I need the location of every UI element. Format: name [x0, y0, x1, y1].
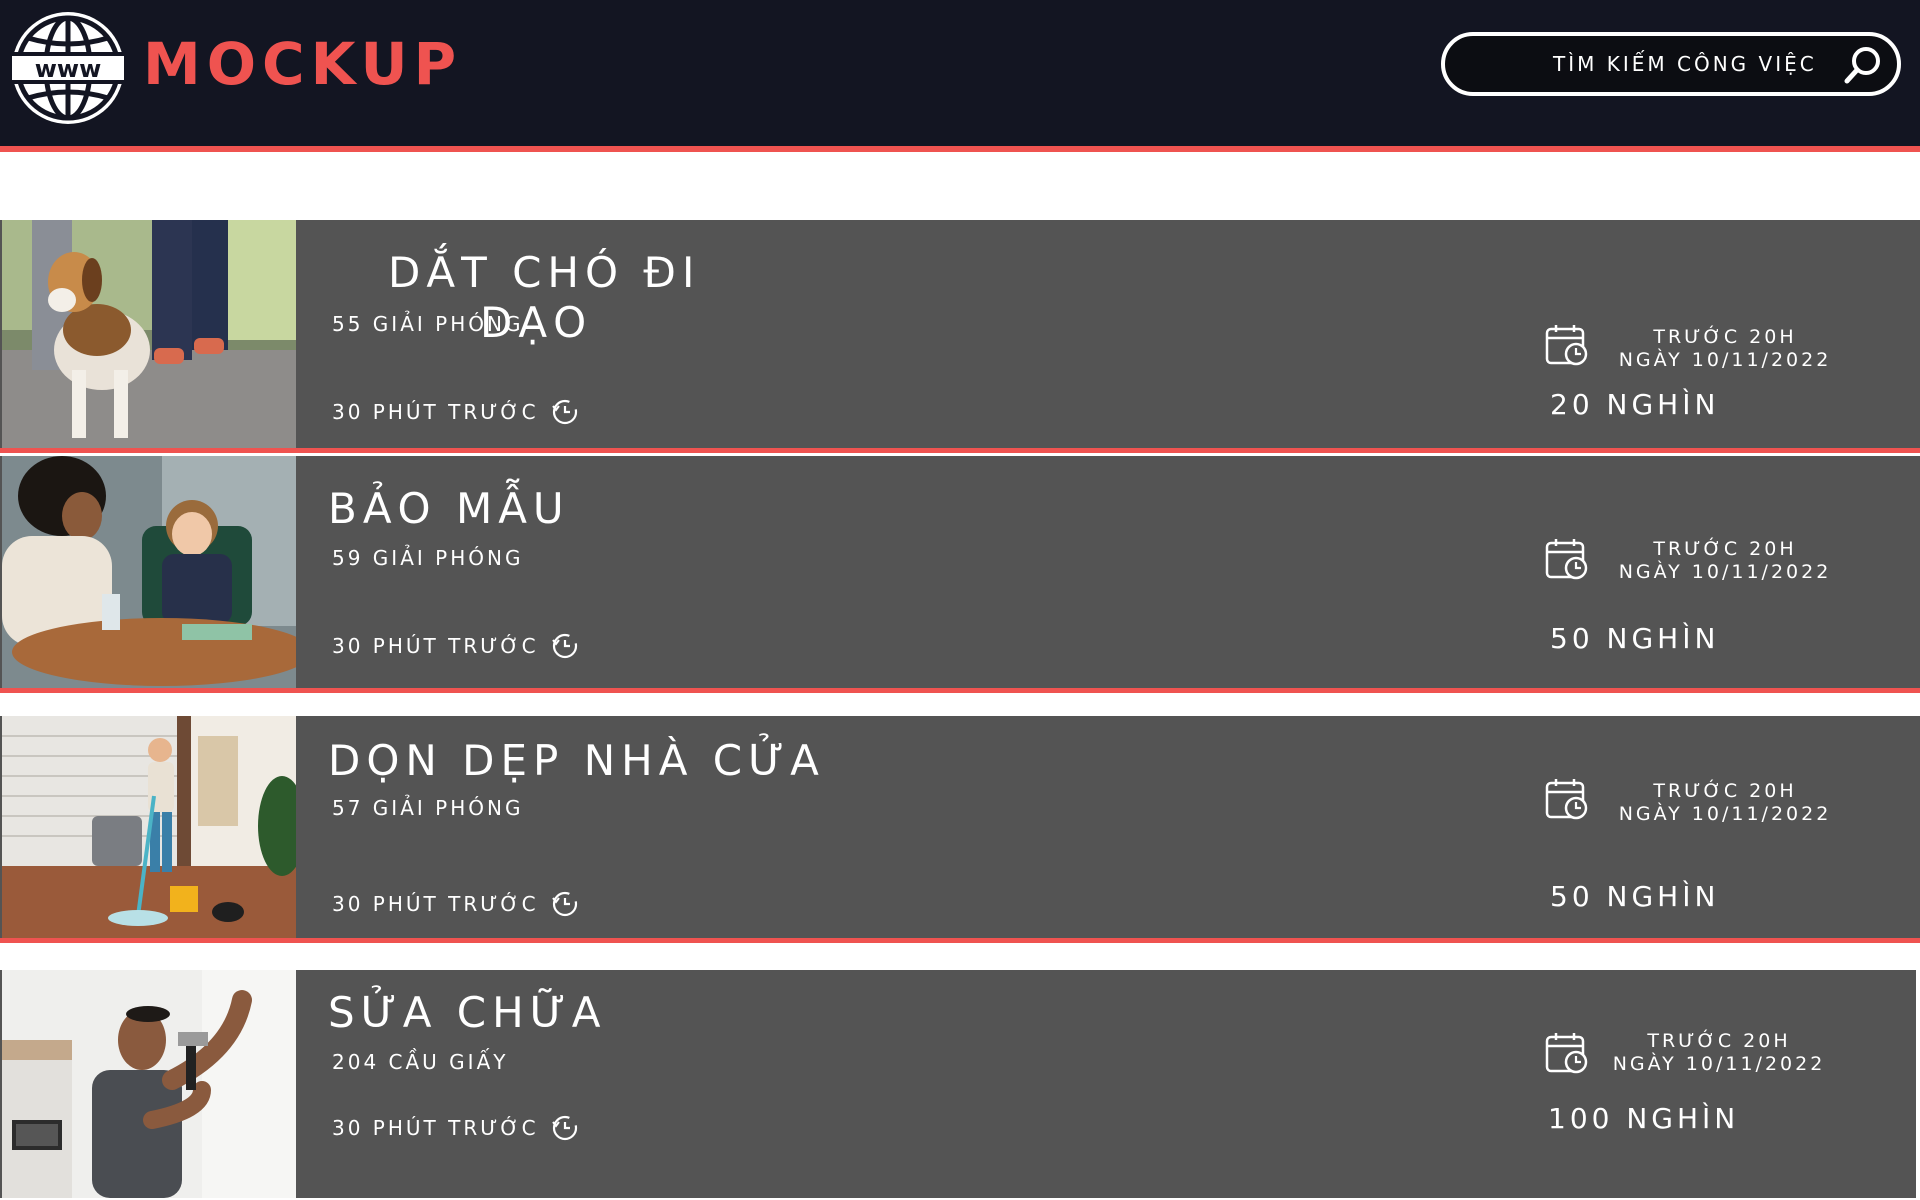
- deadline-date: NGÀY 10/11/2022: [1618, 803, 1832, 825]
- magnifier-icon[interactable]: [1843, 45, 1883, 85]
- job-address: 57 GIẢI PHÓNG: [332, 796, 524, 820]
- card-divider: [0, 688, 1920, 693]
- deadline-time: TRƯỚC 20H: [1647, 1030, 1791, 1052]
- job-price: 100 NGHÌN: [1548, 1102, 1740, 1135]
- job-card[interactable]: DỌN DẸP NHÀ CỬA 57 GIẢI PHÓNG 30 PHÚT TR…: [0, 716, 1920, 938]
- history-clock-icon: [551, 398, 579, 426]
- deadline: TRƯỚC 20H NGÀY 10/11/2022: [1610, 780, 1840, 826]
- job-price: 50 NGHÌN: [1550, 622, 1720, 655]
- history-clock-icon: [551, 890, 579, 918]
- calendar-clock-icon: [1544, 1030, 1590, 1076]
- job-title[interactable]: SỬA CHỮA: [328, 988, 606, 1037]
- job-address: 59 GIẢI PHÓNG: [332, 546, 524, 570]
- job-title[interactable]: DẮT CHÓ ĐI: [388, 248, 700, 297]
- posted-time: 30 PHÚT TRƯỚC: [332, 632, 579, 660]
- posted-time: 30 PHÚT TRƯỚC: [332, 398, 579, 426]
- job-card[interactable]: BẢO MẪU 59 GIẢI PHÓNG 30 PHÚT TRƯỚC TRƯỚ…: [0, 456, 1920, 688]
- job-title[interactable]: DỌN DẸP NHÀ CỬA: [328, 736, 825, 785]
- job-address: 204 CẦU GIẤY: [332, 1050, 509, 1074]
- job-card[interactable]: SỬA CHỮA 204 CẦU GIẤY 30 PHÚT TRƯỚC TRƯỚ…: [0, 970, 1916, 1198]
- posted-time-label: 30 PHÚT TRƯỚC: [332, 1116, 539, 1140]
- calendar-clock-icon: [1544, 776, 1590, 822]
- woman-mopping-living-room-photo: [2, 716, 296, 938]
- deadline-date: NGÀY 10/11/2022: [1618, 349, 1832, 371]
- svg-text:www: www: [35, 55, 102, 83]
- man-hammering-wall-photo: [2, 970, 296, 1198]
- search-placeholder[interactable]: TÌM KIẾM CÔNG VIỆC: [1553, 36, 1817, 92]
- deadline: TRƯỚC 20H NGÀY 10/11/2022: [1604, 1030, 1834, 1076]
- job-address: 55 GIẢI PHÓNG: [332, 312, 524, 336]
- posted-time-label: 30 PHÚT TRƯỚC: [332, 400, 539, 424]
- job-listing-page: www MOCKUP TÌM KIẾM CÔNG VIỆC DẮT CHÓ ĐI…: [0, 0, 1920, 1200]
- brand-logo-text[interactable]: MOCKUP: [143, 28, 462, 100]
- deadline-time: TRƯỚC 20H: [1653, 538, 1797, 560]
- job-title[interactable]: BẢO MẪU: [328, 484, 570, 533]
- person-walking-beagle-photo: [2, 220, 296, 448]
- www-globe-icon[interactable]: www: [8, 8, 128, 128]
- deadline: TRƯỚC 20H NGÀY 10/11/2022: [1610, 326, 1840, 372]
- posted-time: 30 PHÚT TRƯỚC: [332, 1114, 579, 1142]
- history-clock-icon: [551, 1114, 579, 1142]
- deadline: TRƯỚC 20H NGÀY 10/11/2022: [1610, 538, 1840, 584]
- history-clock-icon: [551, 632, 579, 660]
- job-price: 20 NGHÌN: [1550, 388, 1720, 421]
- calendar-clock-icon: [1544, 536, 1590, 582]
- deadline-date: NGÀY 10/11/2022: [1618, 561, 1832, 583]
- calendar-clock-icon: [1544, 322, 1590, 368]
- top-header: www MOCKUP TÌM KIẾM CÔNG VIỆC: [0, 0, 1920, 146]
- posted-time: 30 PHÚT TRƯỚC: [332, 890, 579, 918]
- job-price: 50 NGHÌN: [1550, 880, 1720, 913]
- card-divider: [0, 938, 1920, 943]
- posted-time-label: 30 PHÚT TRƯỚC: [332, 892, 539, 916]
- deadline-date: NGÀY 10/11/2022: [1612, 1053, 1826, 1075]
- card-divider: [0, 448, 1920, 453]
- deadline-time: TRƯỚC 20H: [1653, 326, 1797, 348]
- job-search-box[interactable]: TÌM KIẾM CÔNG VIỆC: [1441, 32, 1901, 96]
- job-card[interactable]: DẮT CHÓ ĐI DẠO 55 GIẢI PHÓNG 30 PHÚT TRƯ…: [0, 220, 1920, 448]
- posted-time-label: 30 PHÚT TRƯỚC: [332, 634, 539, 658]
- woman-helping-child-homework-photo: [2, 456, 296, 688]
- deadline-time: TRƯỚC 20H: [1653, 780, 1797, 802]
- header-accent-stripe: [0, 146, 1920, 152]
